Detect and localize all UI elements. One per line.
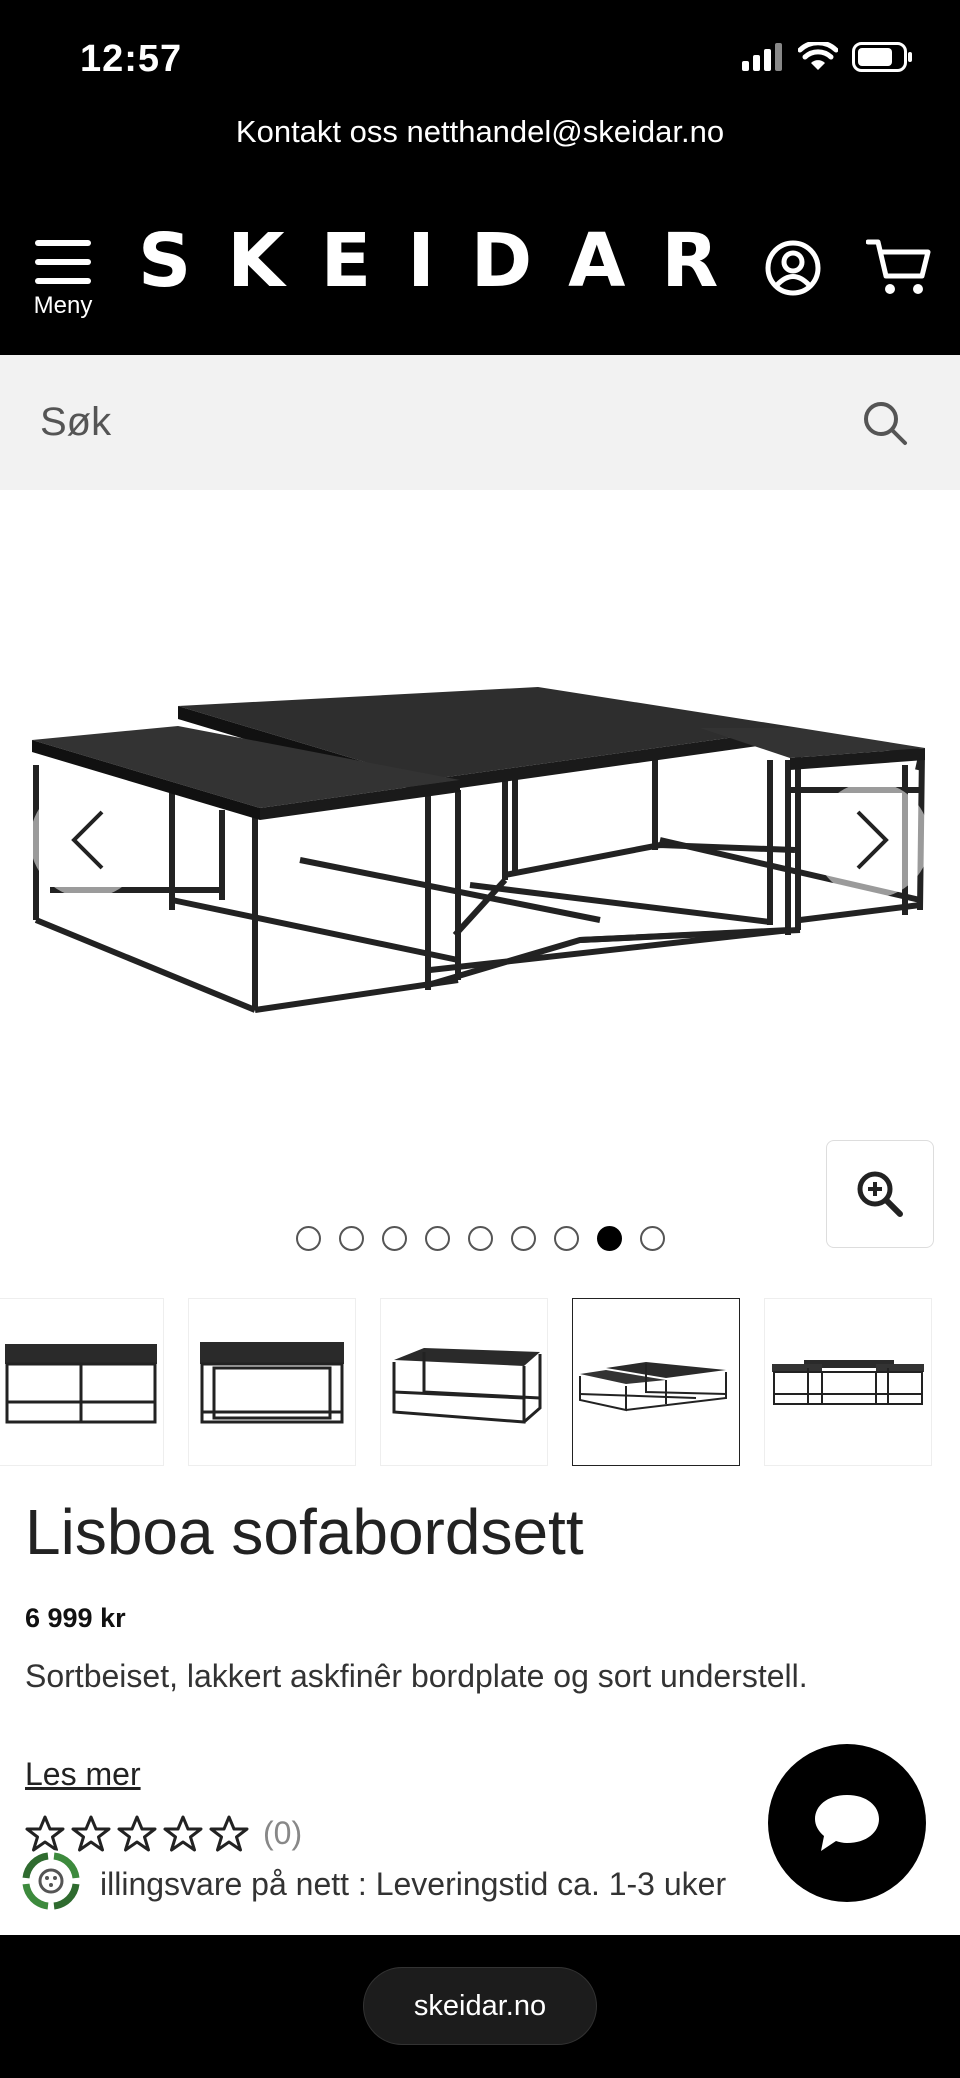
delivery-info: illingsvare på nett : Leveringstid ca. 1… bbox=[100, 1866, 727, 1902]
contact-banner[interactable]: Kontakt oss netthandel@skeidar.no bbox=[0, 114, 960, 150]
search-icon[interactable] bbox=[862, 400, 908, 446]
battery-icon bbox=[852, 42, 912, 72]
cart-icon[interactable] bbox=[866, 236, 932, 298]
thumbnail[interactable] bbox=[764, 1298, 932, 1466]
product-rating[interactable]: (0) bbox=[25, 1814, 302, 1852]
product-description: Sortbeiset, lakkert askfinêr bordplate o… bbox=[25, 1658, 808, 1694]
account-icon[interactable] bbox=[763, 238, 823, 298]
eco-badge-icon[interactable] bbox=[18, 1848, 84, 1914]
star-icon bbox=[163, 1815, 203, 1852]
search-bar bbox=[0, 355, 960, 490]
product-price: 6 999 kr bbox=[25, 1603, 126, 1633]
carousel-dot-active[interactable] bbox=[596, 1226, 622, 1251]
carousel-dot[interactable] bbox=[381, 1226, 407, 1251]
product-image bbox=[32, 687, 926, 1013]
carousel-dot[interactable] bbox=[467, 1226, 493, 1251]
thumbnail[interactable] bbox=[0, 1298, 164, 1466]
thumbnail-active[interactable] bbox=[572, 1298, 740, 1466]
carousel-dot[interactable] bbox=[424, 1226, 450, 1251]
chat-bubble-icon bbox=[815, 1795, 879, 1851]
hamburger-icon bbox=[35, 240, 91, 284]
thumbnail-image bbox=[579, 1362, 727, 1412]
thumbnail-image bbox=[392, 1348, 542, 1424]
thumbnail[interactable] bbox=[188, 1298, 356, 1466]
carousel-prev-button[interactable] bbox=[30, 782, 146, 898]
rating-count: (0) bbox=[263, 1814, 303, 1851]
star-icon bbox=[25, 1815, 65, 1852]
carousel-dot[interactable] bbox=[338, 1226, 364, 1251]
signal-icon bbox=[742, 43, 782, 71]
wifi-icon bbox=[798, 42, 838, 70]
zoom-in-icon bbox=[857, 1171, 903, 1217]
chat-button[interactable] bbox=[768, 1744, 926, 1902]
read-more-link[interactable]: Les mer bbox=[25, 1756, 141, 1793]
carousel-dot[interactable] bbox=[510, 1226, 536, 1251]
carousel-indicators bbox=[0, 1226, 960, 1256]
url-bar[interactable]: skeidar.no bbox=[363, 1967, 597, 2045]
carousel-dot[interactable] bbox=[639, 1226, 665, 1251]
menu-label: Meny bbox=[33, 292, 93, 319]
star-icon bbox=[117, 1815, 157, 1852]
site-header: 12:57 Kontakt oss netthandel@skeidar.no … bbox=[0, 0, 960, 355]
site-logo[interactable]: SKEIDAR bbox=[138, 218, 754, 304]
carousel-dot[interactable] bbox=[553, 1226, 579, 1251]
chevron-left-icon bbox=[71, 810, 104, 870]
product-title: Lisboa sofabordsett bbox=[25, 1496, 584, 1568]
search-input[interactable] bbox=[40, 385, 840, 460]
browser-bar: skeidar.no bbox=[0, 1935, 960, 2078]
thumbnail-image bbox=[5, 1344, 157, 1424]
status-icons bbox=[742, 42, 914, 72]
carousel-dot[interactable] bbox=[295, 1226, 321, 1251]
product-image-carousel[interactable] bbox=[0, 490, 960, 1270]
carousel-next-button[interactable] bbox=[814, 782, 930, 898]
star-icon bbox=[71, 1815, 111, 1852]
star-icon bbox=[209, 1815, 249, 1852]
menu-button[interactable]: Meny bbox=[28, 238, 98, 320]
thumbnail-image bbox=[772, 1360, 924, 1405]
chevron-right-icon bbox=[856, 810, 889, 870]
thumbnail-image bbox=[200, 1342, 344, 1424]
thumbnail-strip bbox=[0, 1298, 960, 1468]
status-time: 12:57 bbox=[80, 38, 183, 80]
thumbnail[interactable] bbox=[380, 1298, 548, 1466]
